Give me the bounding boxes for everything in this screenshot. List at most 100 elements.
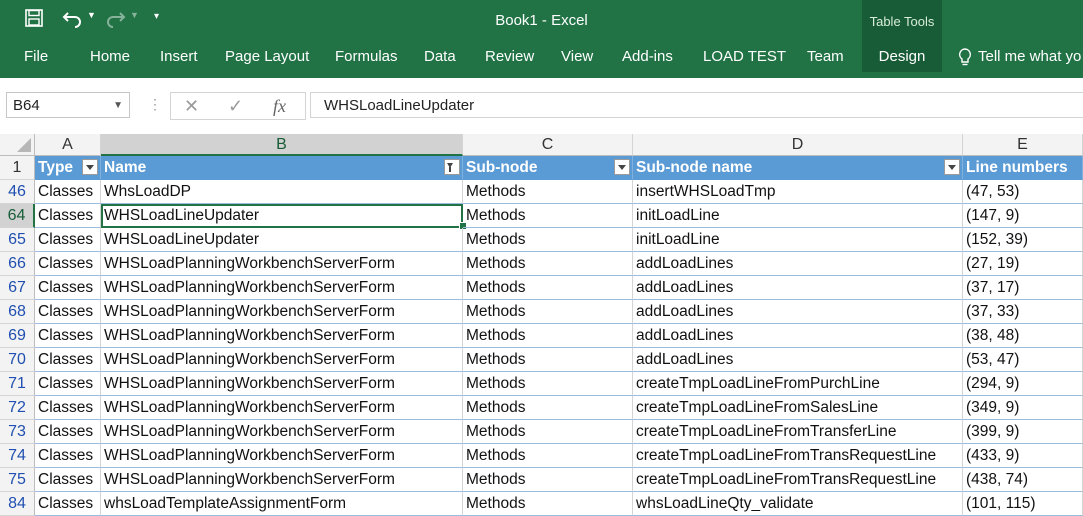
- cell-sub-node-name[interactable]: addLoadLines: [633, 276, 963, 300]
- cell-sub-node-name[interactable]: addLoadLines: [633, 324, 963, 348]
- cell-sub-node-name[interactable]: createTmpLoadLineFromSalesLine: [633, 396, 963, 420]
- tab-team[interactable]: Team: [807, 42, 844, 72]
- row-number[interactable]: 67: [0, 276, 35, 300]
- cell-line-numbers[interactable]: (399, 9): [963, 420, 1083, 444]
- cell-sub-node[interactable]: Methods: [463, 204, 633, 228]
- cell-sub-node[interactable]: Methods: [463, 444, 633, 468]
- cell-type[interactable]: Classes: [35, 444, 101, 468]
- column-header-a[interactable]: A: [35, 134, 101, 156]
- cell-sub-node[interactable]: Methods: [463, 420, 633, 444]
- select-all-button[interactable]: [0, 134, 35, 156]
- cell-name[interactable]: WHSLoadLineUpdater: [101, 228, 463, 252]
- cell-line-numbers[interactable]: (152, 39): [963, 228, 1083, 252]
- cell-sub-node-name[interactable]: insertWHSLoadTmp: [633, 180, 963, 204]
- cell-name[interactable]: WhsLoadDP: [101, 180, 463, 204]
- column-header-e[interactable]: E: [963, 134, 1083, 156]
- tab-load-test[interactable]: LOAD TEST: [703, 42, 786, 72]
- chevron-down-icon[interactable]: ▼: [113, 93, 123, 119]
- row-number[interactable]: 70: [0, 348, 35, 372]
- formula-input[interactable]: WHSLoadLineUpdater: [310, 92, 1083, 118]
- cell-name[interactable]: WHSLoadPlanningWorkbenchServerForm: [101, 420, 463, 444]
- cell-line-numbers[interactable]: (147, 9): [963, 204, 1083, 228]
- cell-name[interactable]: WHSLoadPlanningWorkbenchServerForm: [101, 372, 463, 396]
- column-header-c[interactable]: C: [463, 134, 633, 156]
- cell-type[interactable]: Classes: [35, 204, 101, 228]
- grip-icon[interactable]: ⋮: [148, 96, 162, 113]
- cell-type[interactable]: Classes: [35, 180, 101, 204]
- cell-line-numbers[interactable]: (53, 47): [963, 348, 1083, 372]
- tell-me-search[interactable]: Tell me what yo: [978, 42, 1081, 72]
- cell-sub-node[interactable]: Methods: [463, 492, 633, 516]
- cell-type[interactable]: Classes: [35, 348, 101, 372]
- cell-sub-node-name[interactable]: addLoadLines: [633, 300, 963, 324]
- cancel-icon[interactable]: ✕: [184, 93, 199, 119]
- cell-sub-node-name[interactable]: createTmpLoadLineFromPurchLine: [633, 372, 963, 396]
- row-number[interactable]: 66: [0, 252, 35, 276]
- tab-insert[interactable]: Insert: [160, 42, 198, 72]
- cell-sub-node[interactable]: Methods: [463, 396, 633, 420]
- row-number[interactable]: 69: [0, 324, 35, 348]
- row-number[interactable]: 46: [0, 180, 35, 204]
- cell-name[interactable]: whsLoadTemplateAssignmentForm: [101, 492, 463, 516]
- cell-type[interactable]: Classes: [35, 420, 101, 444]
- cell-line-numbers[interactable]: (38, 48): [963, 324, 1083, 348]
- filter-dropdown-icon[interactable]: [82, 159, 98, 175]
- cell-type[interactable]: Classes: [35, 276, 101, 300]
- cell-type[interactable]: Classes: [35, 228, 101, 252]
- cell-type[interactable]: Classes: [35, 252, 101, 276]
- cell-sub-node-name[interactable]: whsLoadLineQty_validate: [633, 492, 963, 516]
- filter-active-icon[interactable]: [444, 159, 460, 175]
- active-cell[interactable]: WHSLoadLineUpdater: [101, 204, 467, 230]
- tab-home[interactable]: Home: [90, 42, 130, 72]
- row-number[interactable]: 65: [0, 228, 35, 252]
- cell-line-numbers[interactable]: (37, 33): [963, 300, 1083, 324]
- tab-review[interactable]: Review: [485, 42, 534, 72]
- tab-design[interactable]: Design: [862, 42, 942, 72]
- cell-name[interactable]: WHSLoadPlanningWorkbenchServerForm: [101, 468, 463, 492]
- cell-name[interactable]: WHSLoadPlanningWorkbenchServerForm: [101, 324, 463, 348]
- row-number[interactable]: 72: [0, 396, 35, 420]
- cell-sub-node[interactable]: Methods: [463, 252, 633, 276]
- row-number[interactable]: 74: [0, 444, 35, 468]
- cell-type[interactable]: Classes: [35, 324, 101, 348]
- tab-data[interactable]: Data: [424, 42, 456, 72]
- row-number[interactable]: 68: [0, 300, 35, 324]
- cell-line-numbers[interactable]: (27, 19): [963, 252, 1083, 276]
- cell-sub-node[interactable]: Methods: [463, 276, 633, 300]
- cell-type[interactable]: Classes: [35, 396, 101, 420]
- tab-add-ins[interactable]: Add-ins: [622, 42, 673, 72]
- cell-sub-node-name[interactable]: addLoadLines: [633, 252, 963, 276]
- cell-name[interactable]: WHSLoadPlanningWorkbenchServerForm: [101, 252, 463, 276]
- cell-sub-node[interactable]: Methods: [463, 300, 633, 324]
- cell-type[interactable]: Classes: [35, 492, 101, 516]
- cell-type[interactable]: Classes: [35, 372, 101, 396]
- row-number[interactable]: 75: [0, 468, 35, 492]
- cell-name[interactable]: WHSLoadPlanningWorkbenchServerForm: [101, 444, 463, 468]
- cell-sub-node[interactable]: Methods: [463, 324, 633, 348]
- row-number[interactable]: 71: [0, 372, 35, 396]
- cell-sub-node-name[interactable]: createTmpLoadLineFromTransRequestLine: [633, 444, 963, 468]
- function-icon[interactable]: fx: [273, 93, 286, 119]
- filter-dropdown-icon[interactable]: [944, 159, 960, 175]
- row-number[interactable]: 1: [0, 156, 35, 180]
- tab-view[interactable]: View: [561, 42, 593, 72]
- cell-line-numbers[interactable]: (37, 17): [963, 276, 1083, 300]
- row-number[interactable]: 73: [0, 420, 35, 444]
- cell-name[interactable]: WHSLoadPlanningWorkbenchServerForm: [101, 348, 463, 372]
- cell-name[interactable]: WHSLoadPlanningWorkbenchServerForm: [101, 276, 463, 300]
- cell-line-numbers[interactable]: (47, 53): [963, 180, 1083, 204]
- cell-line-numbers[interactable]: (349, 9): [963, 396, 1083, 420]
- cell-line-numbers[interactable]: (433, 9): [963, 444, 1083, 468]
- name-box[interactable]: B64 ▼: [6, 92, 130, 118]
- cell-sub-node[interactable]: Methods: [463, 468, 633, 492]
- cell-line-numbers[interactable]: (294, 9): [963, 372, 1083, 396]
- cell-sub-node-name[interactable]: createTmpLoadLineFromTransferLine: [633, 420, 963, 444]
- tab-page-layout[interactable]: Page Layout: [225, 42, 309, 72]
- cell-type[interactable]: Classes: [35, 468, 101, 492]
- cell-line-numbers[interactable]: (101, 115): [963, 492, 1083, 516]
- cell-sub-node[interactable]: Methods: [463, 228, 633, 252]
- cell-name[interactable]: WHSLoadPlanningWorkbenchServerForm: [101, 396, 463, 420]
- row-number[interactable]: 84: [0, 492, 35, 516]
- cell-type[interactable]: Classes: [35, 300, 101, 324]
- filter-dropdown-icon[interactable]: [614, 159, 630, 175]
